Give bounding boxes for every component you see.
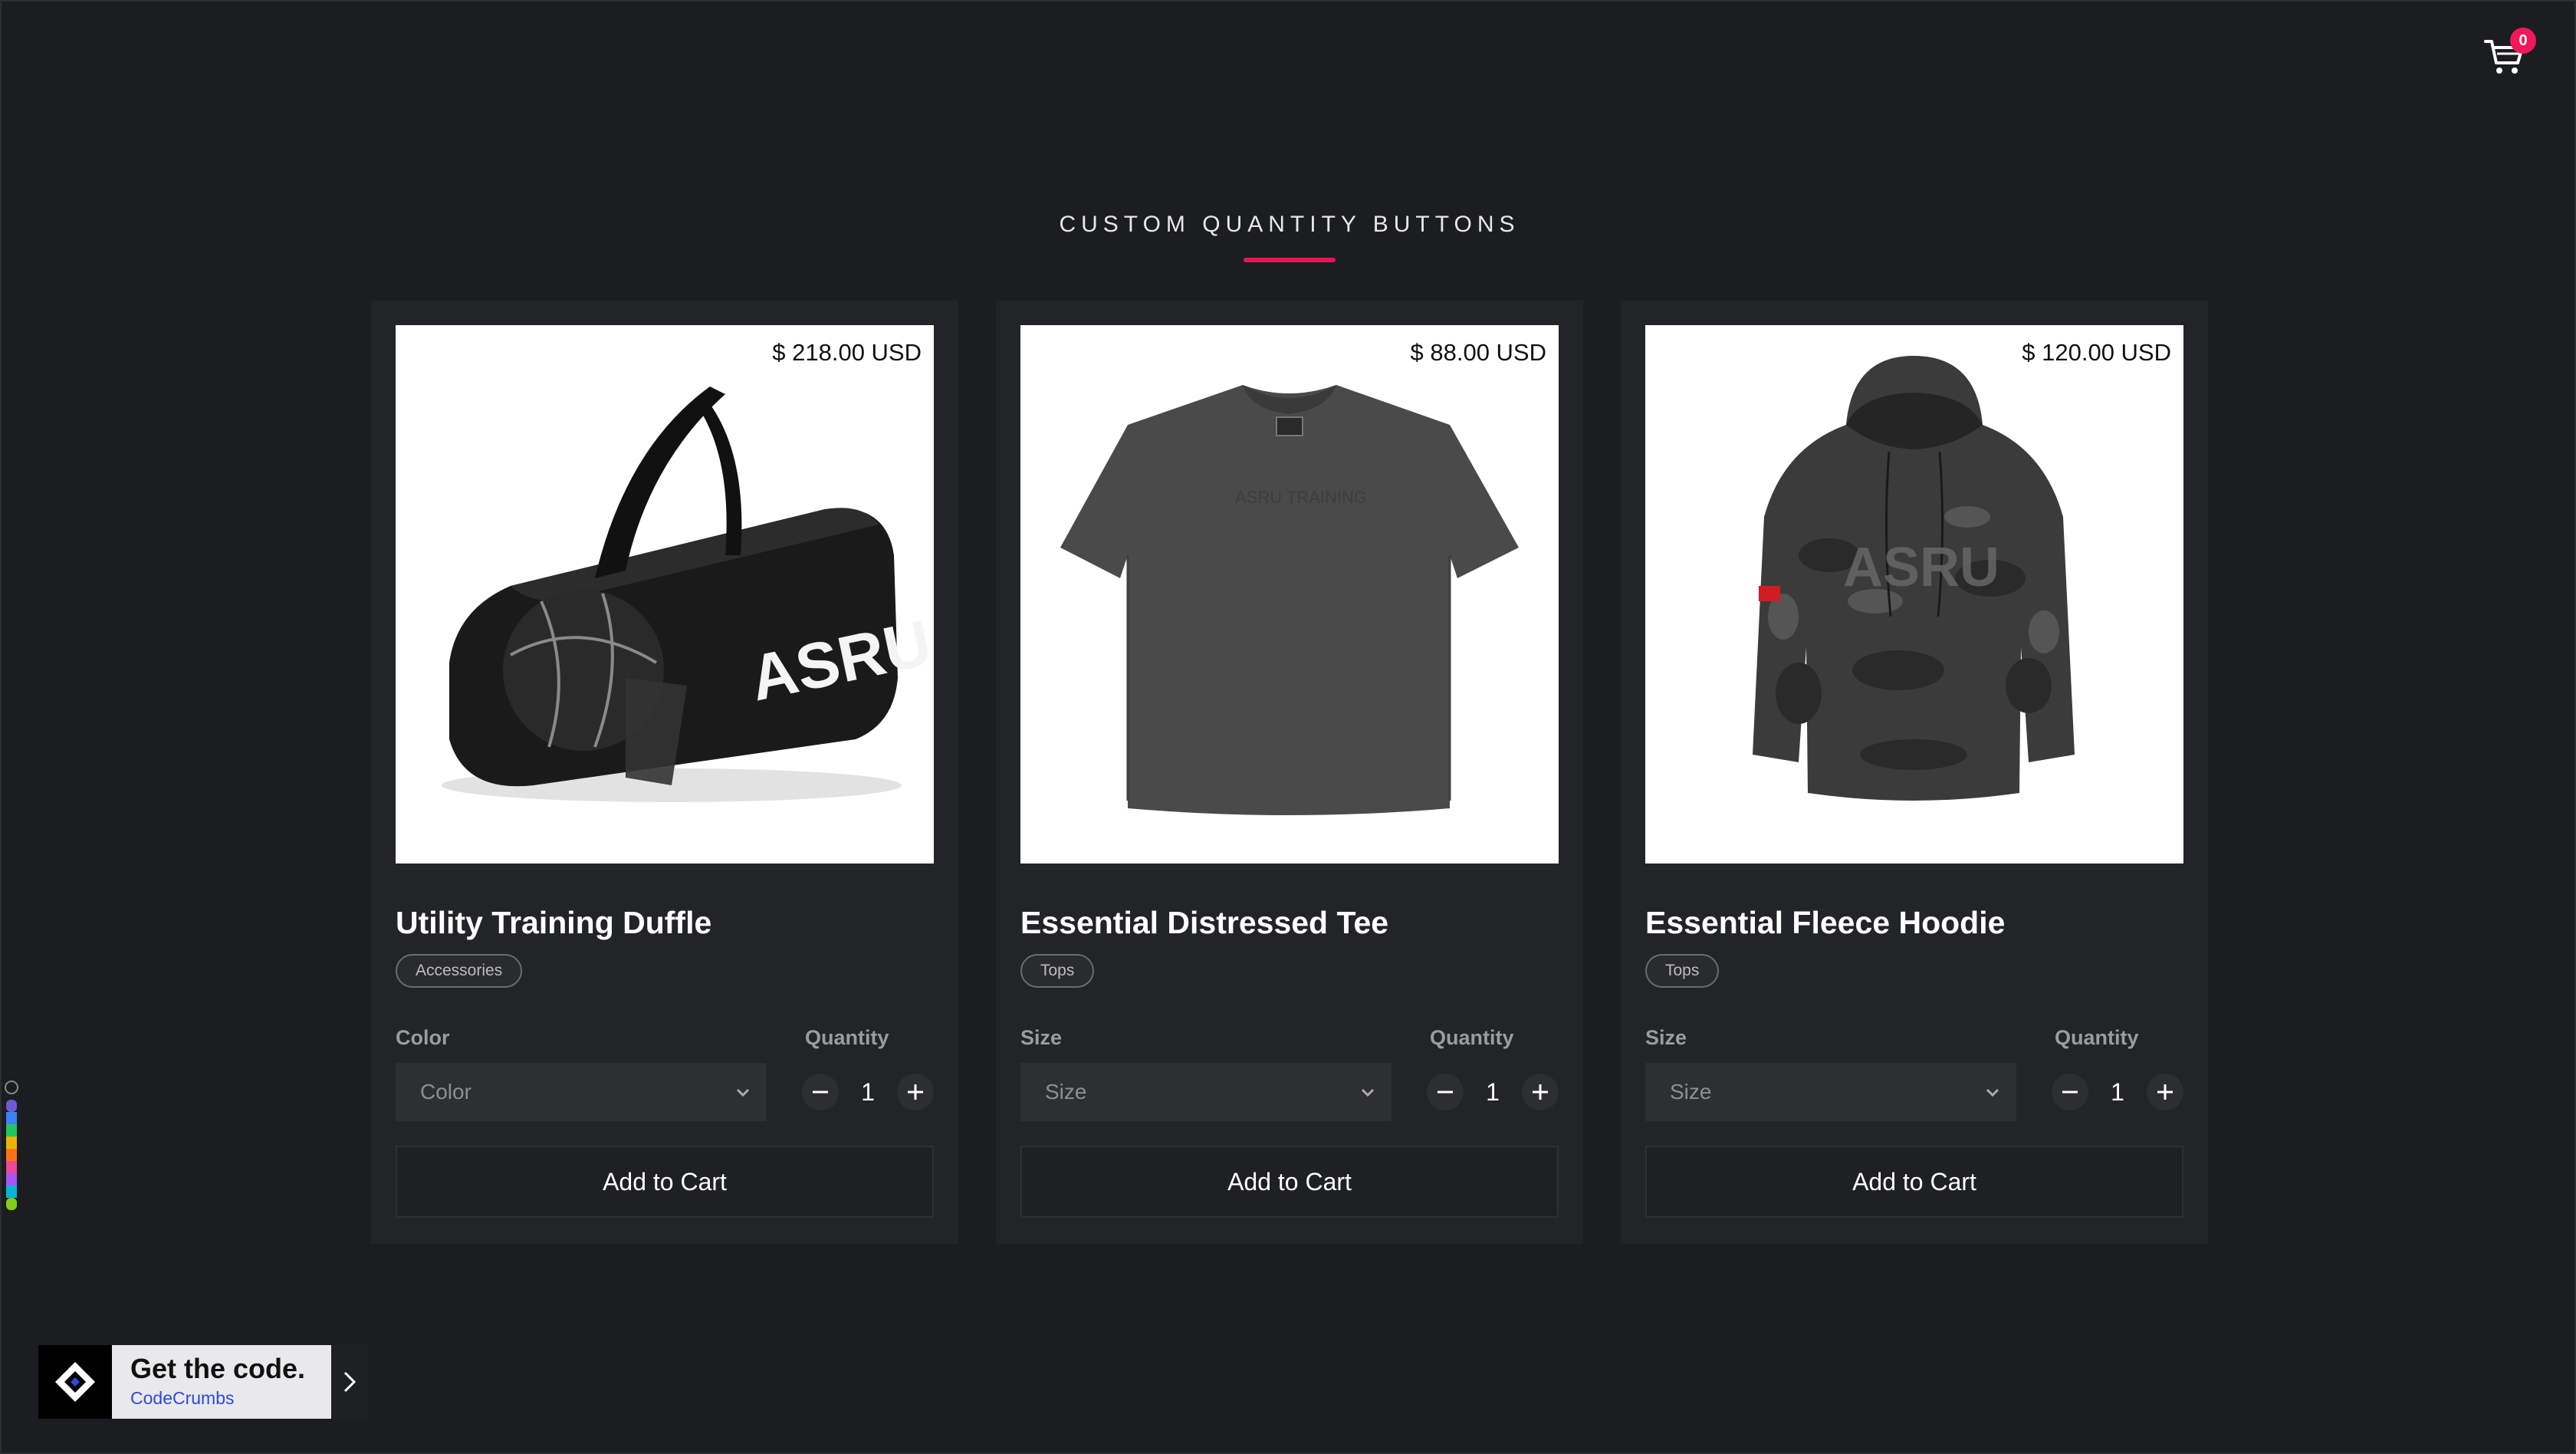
cart-count-badge: 0 [2510,28,2536,54]
svg-text:ASRU TRAINING: ASRU TRAINING [1235,488,1367,507]
add-to-cart-button[interactable]: Add to Cart [1645,1146,2183,1218]
chevron-down-icon [1986,1088,1999,1097]
quantity-value[interactable]: 1 [1465,1075,1520,1109]
promo-title: Get the code. [130,1353,306,1384]
increase-quantity-button[interactable] [897,1074,934,1110]
decrease-quantity-button[interactable] [2052,1074,2088,1110]
decrease-quantity-button[interactable] [802,1074,839,1110]
plus-icon [2157,1084,2173,1100]
plus-icon [1533,1084,1548,1100]
category-tag[interactable]: Tops [1645,954,1720,988]
product-image[interactable]: $ 88.00 USD ASRU TRAINING [1020,325,1559,864]
product-price: $ 120.00 USD [2022,339,2171,366]
svg-text:ASRU: ASRU [1843,537,1999,598]
select-placeholder: Size [1045,1080,1087,1104]
minus-icon [1438,1090,1453,1094]
select-placeholder: Size [1670,1080,1712,1104]
option-label: Size [1645,1026,1687,1049]
increase-quantity-button[interactable] [1522,1074,1559,1110]
product-name[interactable]: Essential Distressed Tee [1020,905,1388,941]
product-price: $ 88.00 USD [1410,339,1547,366]
color-select[interactable]: Color [396,1063,767,1121]
option-label: Size [1020,1026,1063,1049]
product-price: $ 218.00 USD [772,339,922,366]
increase-quantity-button[interactable] [2147,1074,2183,1110]
product-image[interactable]: $ 218.00 USD ASRU [396,325,934,864]
size-select[interactable]: Size [1020,1063,1392,1121]
product-name[interactable]: Utility Training Duffle [396,905,711,941]
product-name[interactable]: Essential Fleece Hoodie [1645,905,2005,941]
product-card: $ 120.00 USD ASRU Essential Fleece Hoodi… [1621,301,2208,1244]
color-palette-widget[interactable] [2,1077,21,1215]
plus-icon [908,1084,923,1100]
hoodie-image: ASRU [1753,356,2075,801]
minus-icon [2062,1090,2078,1094]
product-card: $ 88.00 USD ASRU TRAINING Essential Dist… [996,301,1583,1244]
add-to-cart-button[interactable]: Add to Cart [1020,1146,1559,1218]
chevron-down-icon [1361,1088,1375,1097]
codecrumbs-logo-icon [55,1362,95,1402]
quantity-label: Quantity [1430,1026,1514,1049]
cart-button[interactable]: 0 [2482,28,2536,78]
size-select[interactable]: Size [1645,1063,2016,1121]
promo-link[interactable]: CodeCrumbs [130,1388,235,1409]
quantity-value[interactable]: 1 [840,1075,895,1109]
quantity-value[interactable]: 1 [2090,1075,2145,1109]
quantity-label: Quantity [805,1026,889,1049]
promo-arrow-button[interactable] [331,1345,368,1419]
product-card: $ 218.00 USD ASRU Utility Training Duffl… [371,301,958,1244]
minus-icon [813,1090,828,1094]
product-image[interactable]: $ 120.00 USD ASRU [1645,325,2183,864]
decrease-quantity-button[interactable] [1427,1074,1464,1110]
title-underline [1244,258,1336,262]
tshirt-image: ASRU TRAINING [1060,385,1519,815]
codecrumbs-logo [38,1345,112,1419]
chevron-down-icon [736,1088,750,1097]
page-frame: 0 CUSTOM QUANTITY BUTTONS $ 218.00 USD A… [0,0,2576,1454]
quantity-label: Quantity [2055,1026,2139,1049]
chevron-right-icon [343,1371,356,1393]
option-label: Color [396,1026,450,1049]
category-tag[interactable]: Accessories [396,954,523,988]
add-to-cart-button[interactable]: Add to Cart [396,1146,934,1218]
get-the-code-promo[interactable]: Get the code. CodeCrumbs [38,1345,368,1419]
duffle-bag-image: ASRU [442,387,934,802]
section-title: CUSTOM QUANTITY BUTTONS [1059,212,1520,237]
select-placeholder: Color [420,1080,472,1104]
category-tag[interactable]: Tops [1020,954,1095,988]
